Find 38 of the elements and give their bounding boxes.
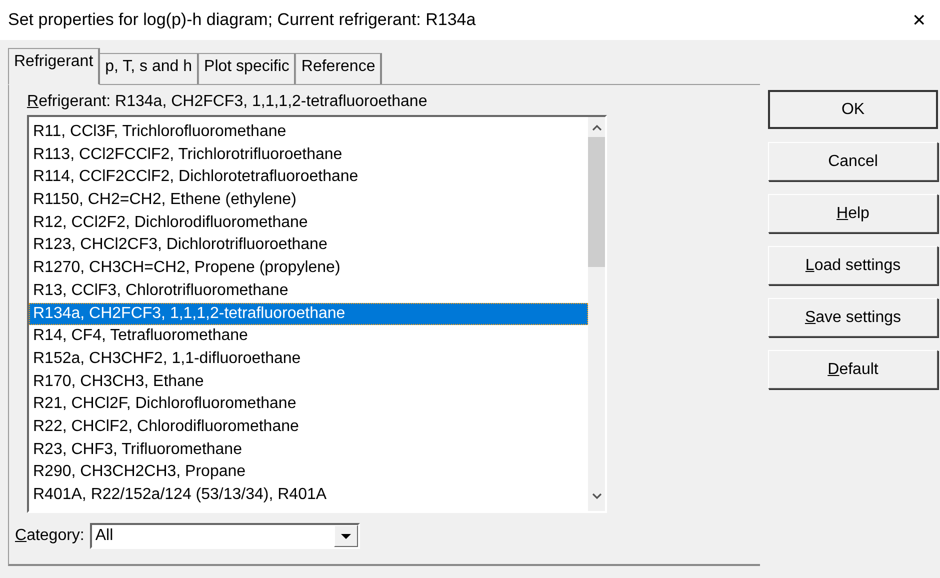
dialog-button[interactable]: Default (768, 350, 938, 389)
scroll-up-icon[interactable] (590, 123, 602, 133)
window-title: Set properties for log(p)-h diagram; Current refrigerant: R134a (8, 10, 476, 30)
list-item[interactable]: R14, CF4, Tetrafluoromethane (29, 325, 588, 348)
list-item[interactable]: R1150, CH2=CH2, Ethene (ethylene) (29, 189, 588, 212)
dialog-button[interactable]: Cancel (768, 142, 938, 181)
refrigerant-label: Refrigerant: R134a, CH2FCF3, 1,1,1,2-tetrafluoroethane (27, 93, 428, 110)
list-item[interactable]: R21, CHCl2F, Dichlorofluoromethane (29, 393, 588, 416)
list-item[interactable]: R152a, CH3CHF2, 1,1-difluoroethane (29, 348, 588, 371)
list-item[interactable]: R11, CCl3F, Trichlorofluoromethane (29, 121, 588, 144)
list-item[interactable]: R22, CHClF2, Chlorodifluoromethane (29, 416, 588, 439)
dropdown-arrow-icon[interactable] (340, 532, 352, 540)
category-label: Category: (15, 527, 84, 545)
dialog-button[interactable]: Help (768, 194, 938, 233)
tab[interactable]: Reference (295, 53, 382, 84)
tab[interactable]: Refrigerant (8, 48, 100, 85)
refrigerant-list[interactable] (27, 115, 607, 513)
list-item[interactable]: R23, CHF3, Trifluoromethane (29, 438, 588, 462)
tab[interactable]: p, T, s and h (99, 53, 200, 84)
list-item[interactable]: R401A, R22/152a/124 (53/13/34), R401A (29, 484, 588, 507)
list-item[interactable]: R12, CCl2F2, Dichlorodifluoromethane (29, 212, 588, 234)
scroll-down-icon[interactable] (590, 491, 602, 501)
list-item[interactable]: R13, CClF3, Chlorotrifluoromethane (29, 280, 588, 302)
close-icon[interactable]: ✕ (906, 10, 932, 30)
list-item[interactable]: R113, CCl2FCClF2, Trichlorotrifluoroethane (29, 144, 588, 166)
category-dropdown[interactable]: All (90, 523, 360, 549)
list-item[interactable]: R134a, CH2FCF3, 1,1,1,2-tetrafluoroethane (29, 302, 588, 326)
dialog-button[interactable]: Load settings (768, 246, 938, 285)
scrollbar-thumb[interactable] (588, 137, 605, 267)
list-item[interactable]: R170, CH3CH3, Ethane (29, 370, 588, 394)
dialog-button[interactable]: OK (768, 90, 938, 129)
dialog-button[interactable]: Save settings (768, 298, 938, 337)
tab[interactable]: Plot specific (198, 53, 296, 84)
list-item[interactable]: R123, CHCl2CF3, Dichlorotrifluoroethane (29, 234, 588, 258)
list-item[interactable]: R1270, CH3CH=CH2, Propene (propylene) (29, 257, 588, 280)
list-item[interactable]: R290, CH3CH2CH3, Propane (29, 461, 588, 484)
scrollbar[interactable] (588, 117, 605, 511)
list-item[interactable]: R114, CClF2CClF2, Dichlorotetrafluoroethane (29, 166, 588, 190)
